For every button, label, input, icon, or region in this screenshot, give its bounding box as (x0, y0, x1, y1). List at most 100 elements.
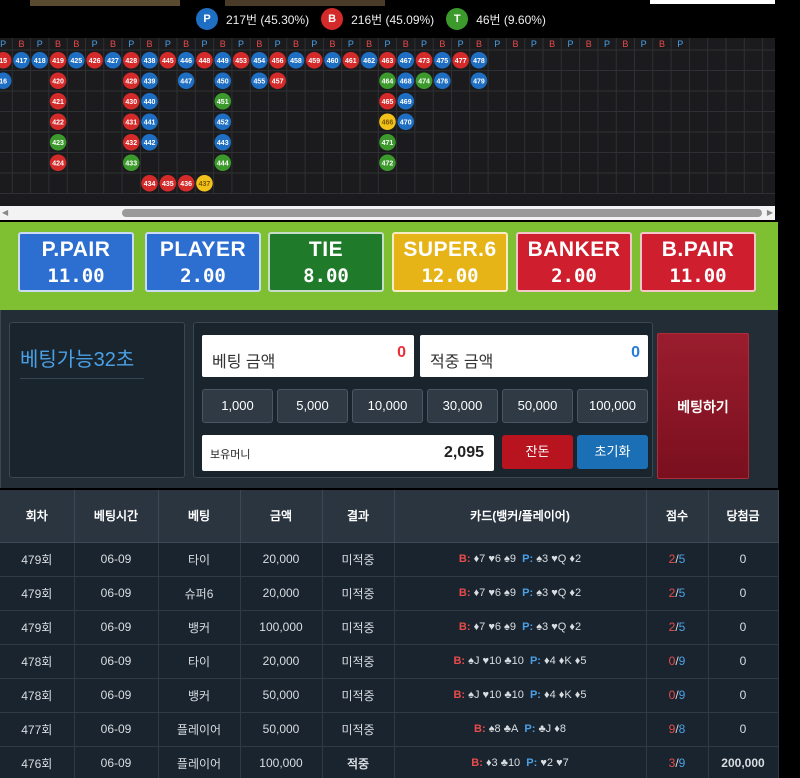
road-header-letter: P (494, 39, 500, 49)
bet-option-banker[interactable]: BANKER 2.00 (516, 232, 632, 292)
road-header-letter: B (147, 39, 153, 49)
timer-box: 베팅가능32초 (9, 322, 185, 478)
scroll-thumb[interactable] (122, 209, 762, 217)
chip-button-50000[interactable]: 50,000 (502, 389, 573, 423)
road-bead-number: 418 (34, 58, 46, 65)
payout-cell: 0 (708, 542, 779, 577)
score-cell: 9/8 (646, 712, 709, 747)
bet-option-tie[interactable]: TIE 8.00 (268, 232, 384, 292)
cards-cell: B: ♦3 ♣10 P: ♥2 ♥7 (394, 746, 647, 778)
road-bead-number: 455 (254, 79, 266, 86)
road-bead-number: 442 (144, 140, 156, 147)
cards-cell: B: ♦7 ♥6 ♠9 P: ♠3 ♥Q ♦2 (394, 542, 647, 577)
bet-cell: 타이 (158, 644, 241, 679)
bet-option-super6[interactable]: SUPER.6 12.00 (392, 232, 508, 292)
road-bead: 461 (342, 51, 360, 69)
road-bead-number: 464 (382, 79, 394, 86)
history-row: 478회 06-09 타이 20,000 미적중 B: ♠J ♥10 ♣10 P: ♦4 … (0, 644, 779, 679)
bet-cell: 뱅커 (158, 610, 241, 645)
road-bead-number: 457 (272, 79, 284, 86)
player-cards: ♦4 ♦K ♦5 (544, 655, 587, 667)
betting-timer: 베팅가능32초 (20, 343, 144, 379)
road-bead-number: 419 (52, 58, 64, 65)
road-header-letter: P (604, 39, 610, 49)
road-bead-number: 439 (144, 79, 156, 86)
round-cell: 479회 (0, 610, 75, 645)
chip-button-100000[interactable]: 100,000 (577, 389, 648, 423)
road-bead: 16 (0, 72, 12, 90)
road-header-letter: P (201, 39, 207, 49)
column-header-cards: 카드(뱅커/플레이어) (394, 490, 647, 543)
road-bead: 467 (397, 51, 415, 69)
bet-cell: 타이 (158, 542, 241, 577)
banker-card-label: B: (471, 757, 486, 769)
road-bead-number: 479 (473, 79, 485, 86)
bet-form: 베팅 금액 0 적중 금액 0 1,000 5,000 10,000 30,00… (193, 322, 653, 478)
road-bead: 460 (324, 51, 341, 69)
road-bead: 431 (122, 113, 140, 131)
road-bead: 440 (141, 92, 158, 110)
result-cell: 미적중 (322, 610, 395, 645)
road-bead-number: 422 (52, 120, 64, 127)
scroll-left-arrow-icon[interactable]: ◀ (2, 208, 8, 217)
payout-cell: 0 (708, 712, 779, 747)
road-bead-number: 445 (162, 58, 174, 65)
time-cell: 06-09 (74, 678, 159, 713)
chip-button-1000[interactable]: 1,000 (202, 389, 273, 423)
bet-cell: 플레이어 (158, 746, 241, 778)
road-bead-number: 424 (52, 161, 64, 168)
road-bead: 422 (49, 113, 67, 131)
road-bead: 446 (177, 51, 195, 69)
banker-cards: ♦7 ♥6 ♠9 (473, 621, 517, 633)
road-bead-number: 471 (382, 140, 394, 147)
reset-button[interactable]: 초기화 (577, 435, 648, 469)
road-header-letter: P (128, 39, 134, 49)
chip-button-10000[interactable]: 10,000 (352, 389, 423, 423)
road-bead: 472 (379, 154, 396, 172)
road-header-letter: P (92, 39, 98, 49)
bet-option-b-pair[interactable]: B.PAIR 11.00 (640, 232, 756, 292)
banker-stat: B 216번 (45.09%) (321, 8, 434, 30)
amount-cell: 20,000 (240, 644, 323, 679)
result-cell: 미적중 (322, 542, 395, 577)
road-header-letter: P (37, 39, 43, 49)
chip-button-5000[interactable]: 5,000 (277, 389, 348, 423)
road-bead-number: 428 (125, 58, 137, 65)
road-bead: 479 (470, 72, 488, 90)
player-card-label: P: (516, 553, 537, 565)
video-strip-right (225, 0, 385, 6)
result-cell: 미적중 (322, 644, 395, 679)
balance-field: 보유머니 2,095 (202, 435, 494, 471)
road-bead-number: 469 (400, 99, 412, 106)
road-bead: 437 (196, 174, 213, 192)
place-bet-button[interactable]: 베팅하기 (657, 333, 749, 479)
road-header-letter: P (421, 39, 427, 49)
road-header-letter: P (0, 39, 6, 49)
chip-button-30000[interactable]: 30,000 (427, 389, 498, 423)
cards-cell: B: ♠8 ♣A P: ♣J ♦8 (394, 712, 647, 747)
road-bead-number: 467 (400, 58, 412, 65)
road-bead: 423 (49, 133, 67, 151)
road-bead-number: 433 (125, 161, 137, 168)
road-bead-number: 476 (437, 79, 449, 86)
banker-card-label: B: (458, 553, 474, 565)
road-bead: 426 (86, 51, 103, 69)
player-score: 5 (678, 586, 686, 600)
road-bead-number: 460 (327, 58, 339, 65)
change-button[interactable]: 잔돈 (502, 435, 573, 469)
road-bead-number: 474 (418, 79, 430, 86)
bet-option-name: B.PAIR (661, 238, 735, 261)
road-bead: 418 (31, 51, 49, 69)
bet-option-p-pair[interactable]: P.PAIR 11.00 (18, 232, 134, 292)
player-cards: ♠3 ♥Q ♦2 (536, 553, 582, 565)
time-cell: 06-09 (74, 576, 159, 611)
banker-stat-text: 216번 (45.09%) (351, 12, 435, 27)
amount-cell: 20,000 (240, 576, 323, 611)
road-bead-number: 462 (363, 58, 375, 65)
road-map: P B P B B P B P B P B P B P B P B P B P B P B P B P B P B P B P B P B P B P 15… (0, 38, 775, 206)
scroll-right-arrow-icon[interactable]: ▶ (767, 208, 773, 217)
banker-cards: ♠8 ♣A (488, 723, 519, 735)
bet-cell: 슈퍼6 (158, 576, 241, 611)
road-map-scrollbar[interactable]: ◀ ▶ (0, 206, 775, 220)
bet-option-player[interactable]: PLAYER 2.00 (145, 232, 261, 292)
